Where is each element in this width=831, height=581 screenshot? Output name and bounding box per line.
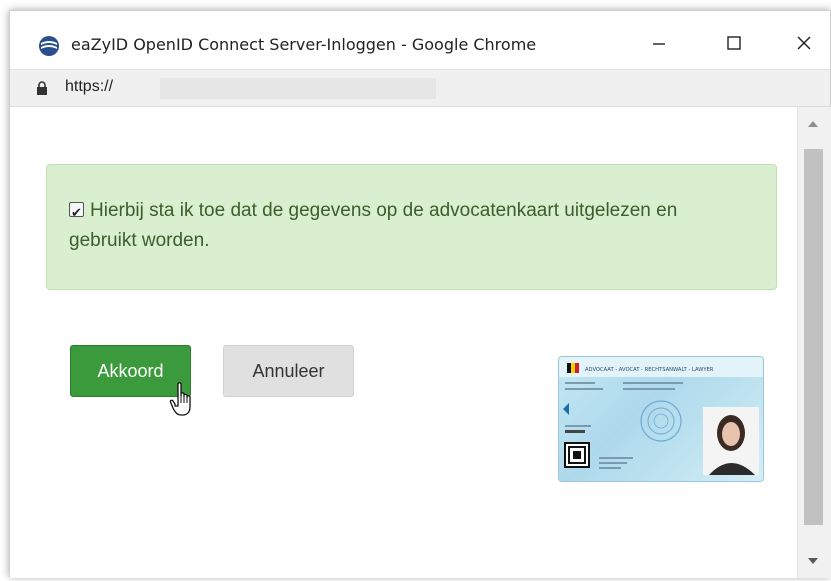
url-text[interactable]: https:// <box>65 78 113 96</box>
browser-window: eaZyID OpenID Connect Server-Inloggen - … <box>9 10 831 578</box>
close-button[interactable] <box>781 25 827 61</box>
consent-checkbox[interactable] <box>69 199 84 229</box>
window-title: eaZyID OpenID Connect Server-Inloggen - … <box>71 35 537 54</box>
minimize-icon <box>653 43 665 45</box>
maximize-icon <box>727 36 741 50</box>
minimize-button[interactable] <box>636 25 682 61</box>
eazyid-logo-icon <box>39 36 59 56</box>
scroll-up-icon[interactable] <box>808 121 818 127</box>
lawyer-card-image: ADVOCAAT - AVOCAT - RECHTSANWALT - LAWYE… <box>558 356 764 482</box>
consent-label[interactable]: Hierbij sta ik toe dat de gegevens op de… <box>69 196 709 256</box>
scrollbar-thumb[interactable] <box>804 149 823 525</box>
cancel-button[interactable]: Annuleer <box>223 345 354 397</box>
address-bar[interactable]: https:// <box>10 69 830 107</box>
card-header: ADVOCAAT - AVOCAT - RECHTSANWALT - LAWYE… <box>585 367 714 373</box>
title-bar: eaZyID OpenID Connect Server-Inloggen - … <box>10 11 830 69</box>
lock-icon <box>37 81 47 95</box>
consent-text: Hierbij sta ik toe dat de gegevens op de… <box>69 200 678 251</box>
page-content: Hierbij sta ik toe dat de gegevens op de… <box>10 107 797 578</box>
card-artwork: ADVOCAAT - AVOCAT - RECHTSANWALT - LAWYE… <box>559 357 763 475</box>
consent-alert: Hierbij sta ik toe dat de gegevens op de… <box>46 164 777 290</box>
scroll-down-icon[interactable] <box>808 558 818 564</box>
close-icon <box>797 36 811 50</box>
url-redacted <box>160 78 436 99</box>
vertical-scrollbar[interactable] <box>797 107 831 578</box>
maximize-button[interactable] <box>711 25 757 61</box>
hand-cursor-icon <box>169 382 191 416</box>
